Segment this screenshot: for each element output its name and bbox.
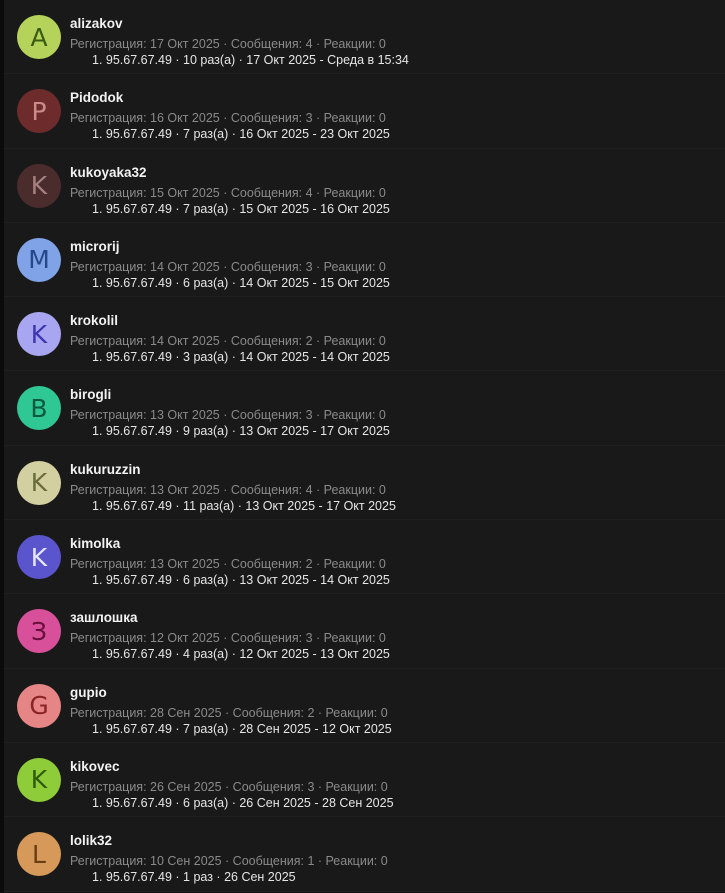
username-link[interactable]: krokolil: [70, 313, 118, 328]
user-avatar[interactable]: P: [17, 89, 61, 134]
username-link[interactable]: lolik32: [70, 833, 112, 848]
user-row: Kkrokolil Регистрация: 14 Окт 2025 · Сооб…: [4, 297, 725, 372]
user-row: P Pidodok Регистрация: 16 Окт 2025 · Сообщ…: [4, 74, 725, 149]
user-row: Aalizakov Регистрация: 17 Окт 2025 · Сооб…: [4, 0, 725, 75]
user-stats: Регистрация: 13 Окт 2025 · Сообщения: 3 …: [70, 408, 386, 423]
ip-log-entry: 1. 95.67.67.49 · 6 раз(а) · 14 Окт 2025 …: [92, 275, 390, 290]
username-link[interactable]: зашлошка: [70, 610, 137, 625]
ip-log-entry: 1. 95.67.67.49 · 1 раз · 26 Сен 2025: [92, 870, 296, 885]
ip-log-entry: 1. 95.67.67.49 · 7 раз(а) · 16 Окт 2025 …: [92, 127, 390, 142]
ip-log-entry: 1. 95.67.67.49 · 7 раз(а) · 15 Окт 2025 …: [92, 201, 390, 216]
user-avatar[interactable]: M: [17, 237, 61, 282]
user-stats: Регистрация: 14 Окт 2025 · Сообщения: 2 …: [70, 334, 386, 349]
user-avatar[interactable]: K: [17, 460, 61, 505]
ip-log-entry: 1. 95.67.67.49 · 6 раз(а) · 26 Сен 2025 …: [92, 795, 394, 810]
ip-log-entry: 1. 95.67.67.49 · 3 раз(а) · 14 Окт 2025 …: [92, 350, 390, 365]
user-ip-list-page: Aalizakov Регистрация: 17 Окт 2025 · Сооб…: [0, 0, 725, 893]
user-avatar[interactable]: B: [17, 386, 61, 431]
user-stats: Регистрация: 28 Сен 2025 · Сообщения: 2 …: [70, 705, 388, 720]
username-link[interactable]: gupio: [70, 685, 107, 700]
user-avatar[interactable]: L: [17, 832, 61, 877]
user-list: Aalizakov Регистрация: 17 Окт 2025 · Сооб…: [4, 0, 725, 892]
user-avatar[interactable]: K: [17, 757, 61, 802]
ip-log-entry: 1. 95.67.67.49 · 4 раз(а) · 12 Окт 2025 …: [92, 647, 390, 662]
user-row: Kkukoyaka32 Регистрация: 15 Окт 2025 · Со…: [4, 148, 725, 223]
user-stats: Регистрация: 10 Сен 2025 · Сообщения: 1 …: [70, 854, 388, 869]
user-stats: Регистрация: 12 Окт 2025 · Сообщения: 3 …: [70, 631, 386, 646]
username-link[interactable]: microrij: [70, 239, 120, 254]
username-link[interactable]: kikovec: [70, 759, 120, 774]
username-link[interactable]: birogli: [70, 387, 111, 402]
user-stats: Регистрация: 26 Сен 2025 · Сообщения: 3 …: [70, 779, 388, 794]
username-link[interactable]: Pidodok: [70, 90, 123, 105]
username-link[interactable]: alizakov: [70, 16, 123, 31]
username-link[interactable]: kukoyaka32: [70, 165, 147, 180]
user-avatar[interactable]: K: [17, 163, 61, 208]
username-link[interactable]: kimolka: [70, 536, 120, 551]
ip-log-entry: 1. 95.67.67.49 · 11 раз(а) · 13 Окт 2025…: [92, 498, 396, 513]
user-row: Kkikovec Регистрация: 26 Сен 2025 · Сообщ…: [4, 742, 725, 818]
username-link[interactable]: kukuruzzin: [70, 462, 141, 477]
user-avatar[interactable]: A: [17, 15, 61, 59]
ip-log-entry: 1. 95.67.67.49 · 7 раз(а) · 28 Сен 2025 …: [92, 721, 392, 736]
user-avatar[interactable]: K: [17, 312, 61, 357]
user-stats: Регистрация: 13 Окт 2025 · Сообщения: 4 …: [70, 482, 386, 497]
user-row: Mmicrorij Регистрация: 14 Окт 2025 · Сооб…: [4, 222, 725, 298]
ip-log-entry: 1. 95.67.67.49 · 10 раз(а) · 17 Окт 2025…: [92, 53, 409, 67]
user-avatar[interactable]: З: [17, 609, 61, 654]
user-row: Kkukuruzzin Регистрация: 13 Окт 2025 · Со…: [4, 445, 725, 521]
user-row: Kkimolka Регистрация: 13 Окт 2025 · Сообщ…: [4, 520, 725, 595]
user-row: Ggupio Регистрация: 28 Сен 2025 · Сообщен…: [4, 668, 725, 743]
user-row: Bbirogli Регистрация: 13 Окт 2025 · Сообщ…: [4, 371, 725, 446]
user-stats: Регистрация: 13 Окт 2025 · Сообщения: 2 …: [70, 557, 386, 572]
user-stats: Регистрация: 15 Окт 2025 · Сообщения: 4 …: [70, 185, 386, 200]
user-avatar[interactable]: G: [17, 683, 61, 728]
user-row: Llolik32 Регистрация: 10 Сен 2025 · Сообщ…: [4, 817, 725, 892]
ip-log-entry: 1. 95.67.67.49 · 6 раз(а) · 13 Окт 2025 …: [92, 573, 390, 588]
user-row: Ззашлошка Регистрация: 12 Окт 2025 · Сооб…: [4, 594, 725, 669]
user-stats: Регистрация: 16 Окт 2025 · Сообщения: 3 …: [70, 111, 386, 126]
user-avatar[interactable]: K: [17, 535, 61, 580]
user-stats: Регистрация: 17 Окт 2025 · Сообщения: 4 …: [70, 37, 386, 51]
user-stats: Регистрация: 14 Окт 2025 · Сообщения: 3 …: [70, 259, 386, 274]
ip-log-entry: 1. 95.67.67.49 · 9 раз(а) · 13 Окт 2025 …: [92, 424, 390, 439]
